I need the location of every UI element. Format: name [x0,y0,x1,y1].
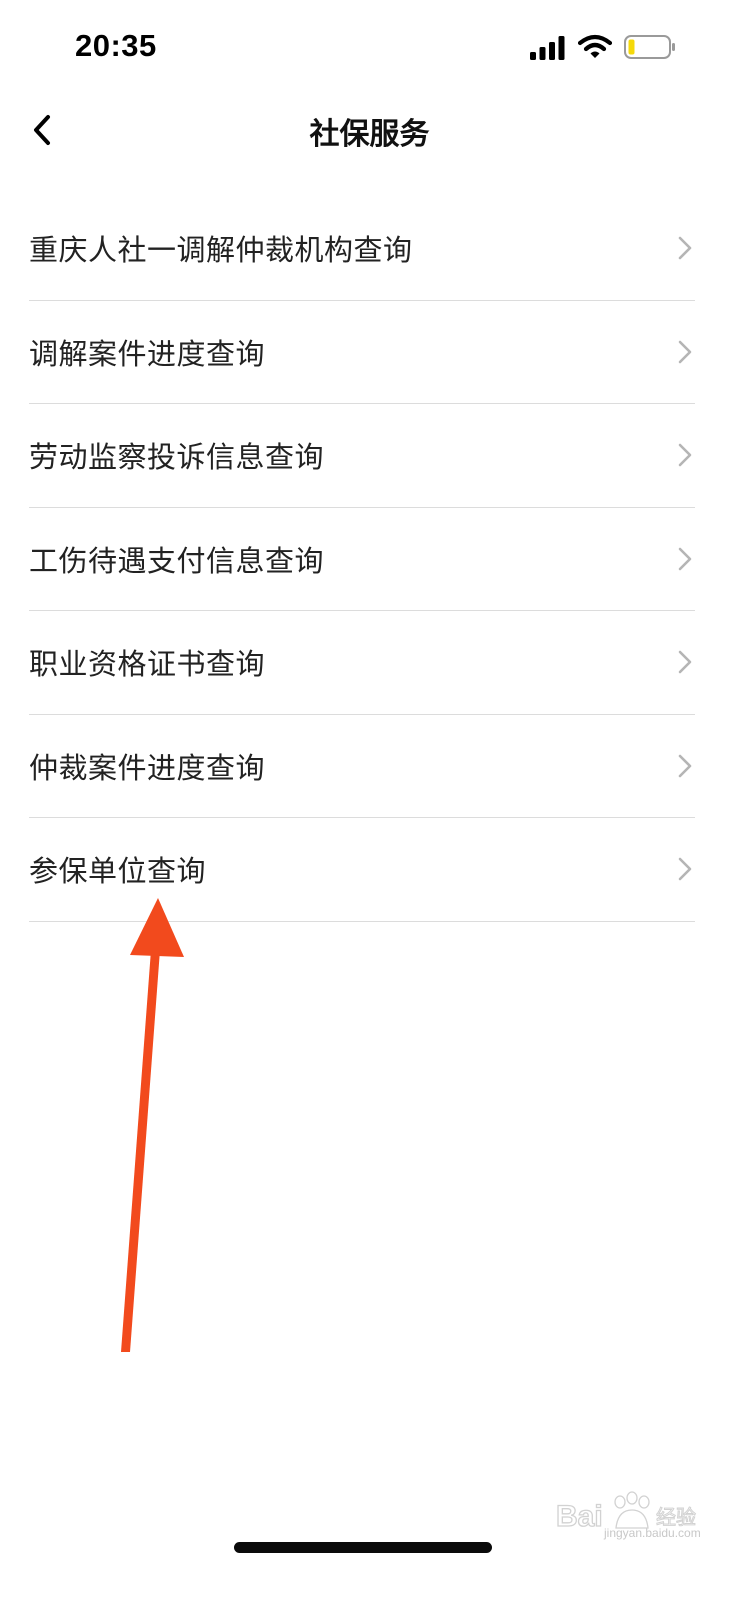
service-menu-list: 重庆人社一调解仲裁机构查询 调解案件进度查询 劳动监察投诉信息查询 工伤待遇支付… [29,197,695,922]
menu-item-mediation-case-progress[interactable]: 调解案件进度查询 [29,301,695,404]
chevron-right-icon [678,236,692,260]
chevron-right-icon [678,857,692,881]
chevron-right-icon [678,754,692,778]
page-title: 社保服务 [309,117,430,152]
menu-item-label: 职业资格证书查询 [29,647,266,682]
menu-item-label: 参保单位查询 [29,854,207,889]
chevron-right-icon [678,443,692,467]
status-bar: 20:35 [0,0,739,95]
cellular-signal-icon [530,36,565,60]
chevron-right-icon [678,650,692,674]
chevron-right-icon [678,340,692,364]
menu-item-label: 仲裁案件进度查询 [29,750,266,785]
svg-text:Bai: Bai [556,1500,603,1533]
annotation-arrow-shaft [121,950,160,1352]
navigation-bar: 社保服务 [0,95,739,165]
menu-item-vocational-certificate[interactable]: 职业资格证书查询 [29,611,695,715]
menu-item-mediation-arbitration-institution[interactable]: 重庆人社一调解仲裁机构查询 [29,197,695,301]
chevron-right-icon [678,547,692,571]
status-time: 20:35 [75,28,157,63]
watermark-url: jingyan.baidu.com [604,1526,701,1540]
menu-item-label: 重庆人社一调解仲裁机构查询 [29,233,413,268]
battery-icon [624,35,675,59]
menu-item-label: 工伤待遇支付信息查询 [29,543,325,578]
home-indicator[interactable] [234,1542,492,1553]
menu-item-insured-employer[interactable]: 参保单位查询 [29,818,695,922]
menu-item-label: 调解案件进度查询 [29,336,266,371]
menu-item-label: 劳动监察投诉信息查询 [29,440,325,475]
menu-item-injury-benefit-payment[interactable]: 工伤待遇支付信息查询 [29,508,695,611]
menu-item-labor-inspection-complaint[interactable]: 劳动监察投诉信息查询 [29,404,695,508]
menu-item-arbitration-case-progress[interactable]: 仲裁案件进度查询 [29,715,695,818]
wifi-icon [578,34,612,58]
